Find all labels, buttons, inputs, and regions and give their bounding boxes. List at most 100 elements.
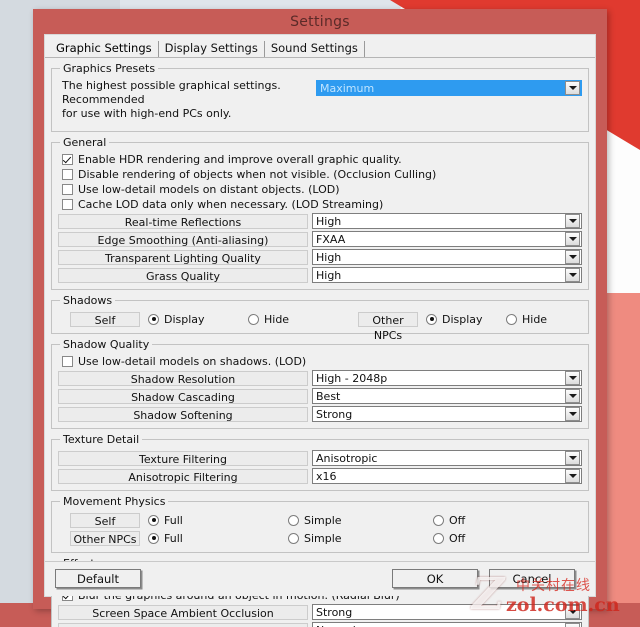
checkbox-label: Disable rendering of objects when not vi… [78,167,437,181]
settings-window: Settings Graphic Settings Display Settin… [33,9,607,627]
group-legend: Shadows [63,294,113,307]
radio-label: Display [442,312,483,326]
radio-label: Simple [304,531,342,545]
graphics-preset-value: Maximum [320,81,375,95]
dropdown-value: High [316,214,342,228]
graphics-preset-dropdown[interactable]: Maximum [316,80,582,96]
dropdown-ssao[interactable]: Strong [312,604,582,620]
dropdown-glare[interactable]: Normal [312,622,582,627]
checkbox-label: Enable HDR rendering and improve overall… [78,152,402,166]
radio-icon[interactable] [288,532,299,544]
radio-icon[interactable] [433,532,444,544]
radio-physics-npc-off[interactable]: Off [433,532,465,545]
group-legend: Graphics Presets [63,62,156,75]
radio-icon[interactable] [248,313,259,325]
radio-physics-npc-full[interactable]: Full [148,532,288,545]
dropdown-value: Anisotropic [316,451,378,465]
tab-label: Graphic Settings [56,41,152,55]
radio-shadows-self-display[interactable]: Display [148,313,248,326]
checkbox-occlusion-culling[interactable] [62,168,73,180]
setting-row-realtime-reflections: Real-time Reflections High [58,213,582,229]
chevron-down-icon[interactable] [565,389,580,403]
radio-icon[interactable] [148,313,159,325]
cancel-button[interactable]: Cancel [489,569,575,588]
checkbox-lod-streaming[interactable] [62,198,73,210]
preset-description-line2: for use with high-end PCs only. [62,107,232,120]
dropdown-value: Normal [313,624,565,627]
setting-label: Texture Filtering [58,450,308,466]
dropdown-value: High [316,268,342,282]
checkbox-lod[interactable] [62,183,73,195]
tab-sound-settings[interactable]: Sound Settings [265,41,365,57]
checkbox-row-occlusion-culling[interactable]: Disable rendering of objects when not vi… [62,167,582,181]
radio-icon[interactable] [148,532,159,544]
checkbox-row-hdr[interactable]: Enable HDR rendering and improve overall… [62,152,582,166]
ok-button[interactable]: OK [392,569,478,588]
dropdown-edge-smoothing[interactable]: FXAA [312,231,582,247]
checkbox-row-shadow-lod[interactable]: Use low-detail models on shadows. (LOD) [62,354,582,368]
title-bar: Settings [33,9,607,34]
preset-description: The highest possible graphical settings.… [62,79,312,121]
radio-icon[interactable] [506,313,517,325]
physics-npc-row: Other NPCs Full Simple Off [58,530,582,546]
checkbox-hdr[interactable] [62,153,73,165]
setting-row-anisotropic-filtering: Anisotropic Filtering x16 [58,468,582,484]
group-legend: Texture Detail [63,433,140,446]
checkbox-shadow-lod[interactable] [62,355,73,367]
checkbox-row-lod[interactable]: Use low-detail models on distant objects… [62,182,582,196]
dropdown-shadow-cascading[interactable]: Best [312,388,582,404]
dropdown-realtime-reflections[interactable]: High [312,213,582,229]
radio-icon[interactable] [433,514,444,526]
checkbox-label: Cache LOD data only when necessary. (LOD… [78,197,384,211]
group-legend: General [63,136,107,149]
dropdown-grass-quality[interactable]: High [312,267,582,283]
checkbox-row-lod-streaming[interactable]: Cache LOD data only when necessary. (LOD… [62,197,582,211]
group-shadows: Shadows Self Display Hide Other NPCs Dis… [51,294,589,342]
radio-label: Full [164,531,183,545]
radio-label: Off [449,531,466,545]
dropdown-transparent-lighting[interactable]: High [312,249,582,265]
radio-icon[interactable] [426,313,437,325]
radio-shadows-self-hide[interactable]: Hide [248,313,358,326]
setting-row-shadow-softening: Shadow Softening Strong [58,406,582,422]
radio-shadows-npc-display[interactable]: Display [426,313,506,326]
dropdown-shadow-softening[interactable]: Strong [312,406,582,422]
radio-shadows-npc-hide[interactable]: Hide [506,313,547,326]
setting-row-shadow-cascading: Shadow Cascading Best [58,388,582,404]
radio-icon[interactable] [148,514,159,526]
setting-label: Edge Smoothing (Anti-aliasing) [58,231,308,247]
radio-physics-self-off[interactable]: Off [433,514,465,527]
radio-physics-npc-simple[interactable]: Simple [288,532,433,545]
tab-display-settings[interactable]: Display Settings [159,41,265,57]
chevron-down-icon[interactable] [565,232,580,246]
radio-physics-self-full[interactable]: Full [148,514,288,527]
setting-row-texture-filtering: Texture Filtering Anisotropic [58,450,582,466]
dropdown-anisotropic-filtering[interactable]: x16 [312,468,582,484]
dropdown-value: High [316,250,342,264]
window-title: Settings [290,13,350,30]
setting-row-glare: Glare Normal [58,622,582,627]
chevron-down-icon[interactable] [565,268,580,282]
default-button[interactable]: Default [55,569,141,588]
chevron-down-icon[interactable] [565,250,580,264]
setting-label: Shadow Softening [58,406,308,422]
dropdown-texture-filtering[interactable]: Anisotropic [312,450,582,466]
chevron-down-icon[interactable] [565,451,580,465]
chevron-down-icon[interactable] [565,623,580,627]
settings-content: Graphics Presets The highest possible gr… [45,58,595,627]
radio-icon[interactable] [288,514,299,526]
dropdown-value: FXAA [316,232,346,246]
chevron-down-icon[interactable] [565,469,580,483]
preset-description-line1: The highest possible graphical settings.… [62,79,281,106]
chevron-down-icon[interactable] [565,371,580,385]
chevron-down-icon[interactable] [565,407,580,421]
tab-graphic-settings[interactable]: Graphic Settings [50,41,159,57]
radio-physics-self-simple[interactable]: Simple [288,514,433,527]
chevron-down-icon[interactable] [565,605,580,619]
group-general: General Enable HDR rendering and improve… [51,136,589,290]
chevron-down-icon[interactable] [565,81,580,95]
tab-label: Display Settings [164,41,258,55]
chevron-down-icon[interactable] [565,214,580,228]
tab-bar: Graphic Settings Display Settings Sound … [45,35,595,58]
dropdown-shadow-resolution[interactable]: High - 2048p [312,370,582,386]
